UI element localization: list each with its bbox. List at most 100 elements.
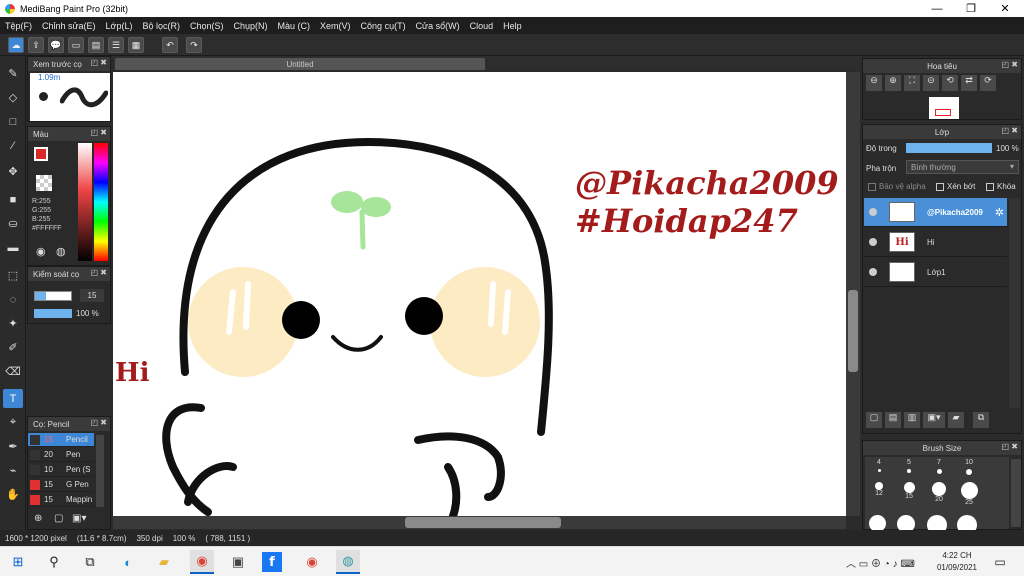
zoom-out-icon[interactable]: ⊖	[866, 75, 882, 91]
brush-size-cell[interactable]: 15	[895, 479, 923, 507]
lock-option[interactable]: Khóa	[986, 182, 1016, 191]
drawing-canvas[interactable]: @Pikacha2009 #Hoidap247 Hi	[113, 72, 846, 516]
bucket-tool-icon[interactable]: ⛀	[3, 214, 23, 233]
menu-help[interactable]: Help	[498, 21, 527, 31]
lasso-tool-icon[interactable]: ◌	[3, 290, 23, 309]
grid-icon[interactable]: ▦	[128, 37, 144, 53]
brush-size-slider[interactable]	[34, 291, 72, 301]
redo-icon[interactable]: ↷	[186, 37, 202, 53]
layer-row[interactable]: Lớp1	[864, 258, 1007, 287]
windows-start-icon[interactable]: ⊞	[6, 550, 30, 574]
new-brush-icon[interactable]: ▢	[54, 513, 63, 524]
search-icon[interactable]: ⚲	[42, 550, 66, 574]
store-icon[interactable]: ▣	[226, 550, 250, 574]
menu-select[interactable]: Chọn(S)	[185, 21, 229, 31]
eraser-tool-icon[interactable]: ◇	[3, 88, 23, 107]
minimize-button[interactable]: —	[920, 0, 954, 17]
clipping-checkbox[interactable]	[936, 182, 944, 191]
comment-icon[interactable]: 💬	[48, 37, 64, 53]
select-pen-icon[interactable]: ✐	[3, 338, 23, 357]
panel-controls-icon[interactable]: ◰ ✖	[91, 58, 107, 67]
close-button[interactable]: ✕	[988, 0, 1022, 17]
eyedropper-tool-icon[interactable]: ✒	[3, 437, 23, 456]
menu-file[interactable]: Tệp(F)	[0, 21, 37, 31]
transparent-swatch[interactable]	[36, 175, 52, 191]
brightness-slider[interactable]	[78, 143, 92, 261]
brush-tool-icon[interactable]: ✎	[3, 64, 23, 83]
undo-icon[interactable]: ↶	[162, 37, 178, 53]
medibang-icon[interactable]: ◍	[336, 550, 360, 574]
panel-controls-icon[interactable]: ◰ ✖	[91, 268, 107, 277]
select-tool-icon[interactable]: ⬚	[3, 266, 23, 285]
new-layer-icon[interactable]: ▢	[866, 412, 882, 428]
panel-controls-icon[interactable]: ◰ ✖	[1002, 442, 1018, 451]
brush-list-scrollbar[interactable]	[96, 435, 104, 507]
gear-icon[interactable]: ✲	[995, 206, 1004, 219]
text-tool-icon[interactable]: T	[3, 389, 23, 408]
primary-color-swatch[interactable]	[34, 147, 48, 161]
gradient-tool-icon[interactable]: ▬	[3, 238, 23, 257]
layer-list-scrollbar[interactable]	[1009, 198, 1020, 408]
panel-controls-icon[interactable]: ◰ ✖	[91, 128, 107, 137]
layer-row[interactable]: @Pikacha2009 ✲	[864, 198, 1007, 227]
zoom-reset-icon[interactable]: ⊝	[923, 75, 939, 91]
rotate-right-icon[interactable]: ⟳	[980, 75, 996, 91]
operation-tool-icon[interactable]: ⌖	[3, 413, 23, 432]
add-brush-icon[interactable]: ⊕	[34, 513, 42, 524]
menu-snap[interactable]: Chụp(N)	[229, 21, 273, 31]
protect-alpha-checkbox[interactable]	[868, 182, 876, 191]
visibility-icon[interactable]	[869, 208, 877, 216]
fill-rect-tool-icon[interactable]: ■	[3, 190, 23, 209]
folder-icon[interactable]: ▰	[948, 412, 964, 428]
rotate-left-icon[interactable]: ⟲	[942, 75, 958, 91]
layer-menu-icon[interactable]: ▣▾	[923, 412, 945, 428]
chrome-icon[interactable]: ◉	[190, 550, 214, 574]
list-icon[interactable]: ☰	[108, 37, 124, 53]
vertical-scroll-thumb[interactable]	[848, 290, 858, 372]
select-eraser-icon[interactable]: ⌫	[3, 362, 23, 381]
flip-icon[interactable]: ⇄	[961, 75, 977, 91]
navigator-thumbnail[interactable]	[929, 97, 959, 119]
brush-item[interactable]: 15 Mapping	[28, 493, 94, 507]
clock[interactable]: 4:22 CH 01/09/2021	[934, 550, 980, 574]
new-halftone-layer-icon[interactable]: ▤	[885, 412, 901, 428]
menu-view[interactable]: Xem(V)	[315, 21, 356, 31]
merge-layer-icon[interactable]: ⧉	[973, 412, 989, 428]
brush-size-cell[interactable]: 12	[865, 479, 893, 507]
brush-size-cell[interactable]: 25	[955, 479, 983, 507]
duplicate-layer-icon[interactable]: ▥	[904, 412, 920, 428]
edge-icon[interactable]: ◐	[116, 550, 140, 574]
brush-item[interactable]: 20 Pen	[28, 448, 94, 462]
menu-color[interactable]: Màu (C)	[273, 21, 316, 31]
task-view-icon[interactable]: ⧉	[78, 550, 102, 574]
layer-opacity-slider[interactable]	[906, 143, 992, 153]
brush-size-value[interactable]: 15	[80, 289, 104, 302]
brush-item[interactable]: 10 Pen (S	[28, 463, 94, 477]
visibility-icon[interactable]	[869, 238, 877, 246]
panel-controls-icon[interactable]: ◰ ✖	[1002, 60, 1018, 69]
horizontal-scroll-thumb[interactable]	[405, 517, 561, 528]
menu-layer[interactable]: Lớp(L)	[101, 21, 138, 31]
menu-tools[interactable]: Công cụ(T)	[356, 21, 411, 31]
brush-item[interactable]: 15 G Pen	[28, 478, 94, 492]
brush-size-scrollbar[interactable]	[1011, 459, 1021, 527]
rectangle-tool-icon[interactable]: □	[3, 112, 23, 131]
file-explorer-icon[interactable]: ▰	[152, 550, 176, 574]
lock-checkbox[interactable]	[986, 182, 994, 191]
brush-menu-icon[interactable]: ▣▾	[72, 513, 86, 524]
layer-row[interactable]: Hi Hi	[864, 228, 1007, 257]
chrome-profile-icon[interactable]: ◉	[300, 550, 324, 574]
fit-icon[interactable]: ⛶	[904, 75, 920, 91]
brush-opacity-slider[interactable]	[34, 309, 72, 318]
brush-item[interactable]: 15 Pencil	[28, 433, 94, 447]
facebook-icon[interactable]: f	[262, 552, 282, 572]
dropper-tool-icon[interactable]: ⌁	[3, 461, 23, 480]
palette-icon[interactable]: ◉	[36, 245, 46, 258]
menu-filter[interactable]: Bộ lọc(R)	[137, 21, 185, 31]
message-icon[interactable]: ▭	[68, 37, 84, 53]
notification-icon[interactable]: ▭	[988, 550, 1012, 574]
tab-untitled[interactable]: Untitled	[115, 58, 485, 70]
blend-mode-select[interactable]: Bình thường ▾	[906, 160, 1019, 174]
navigator-viewport[interactable]	[935, 109, 951, 116]
panel-controls-icon[interactable]: ◰ ✖	[1002, 126, 1018, 135]
